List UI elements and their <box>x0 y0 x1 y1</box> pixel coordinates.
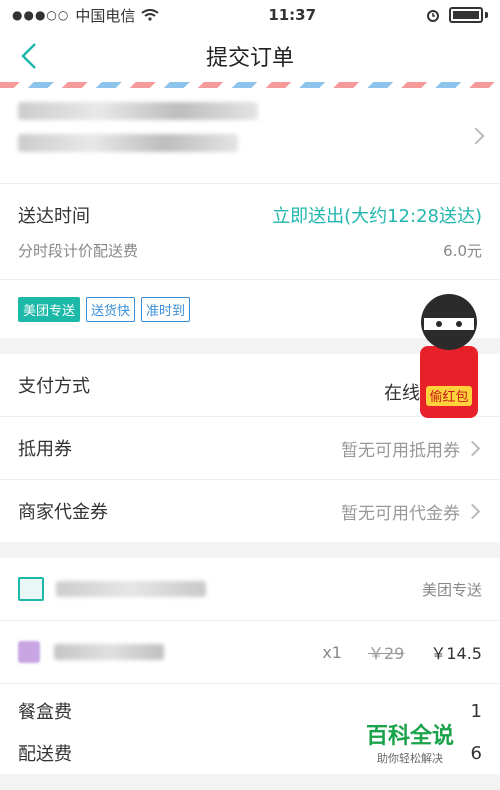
status-bar: ●●●○○ 中国电信 11:37 <box>0 0 500 30</box>
thief-mask <box>424 318 474 330</box>
address-section[interactable] <box>0 88 500 184</box>
watermark-subtitle: 助你轻松解决 <box>376 752 443 765</box>
payment-label: 支付方式 <box>18 376 90 397</box>
shop-icon <box>18 577 44 601</box>
coupon-value: 暂无可用抵用券 <box>341 440 460 461</box>
shop-name <box>56 581 206 597</box>
delivery-label: 送达时间 <box>18 206 90 227</box>
page-title: 提交订单 <box>205 46 294 71</box>
fee-value: 1 <box>470 700 482 722</box>
status-right <box>425 7 488 23</box>
tag-meituan: 美团专送 <box>18 296 81 322</box>
section-gap <box>0 542 500 558</box>
item-name <box>54 644 164 660</box>
fee-value: 6 <box>470 742 482 764</box>
badge-label: 偷红包 <box>429 389 468 405</box>
delivery-fee-row: 分时段计价配送费 6.0元 <box>18 240 482 261</box>
watermark: 百科全说 助你轻松解决 <box>366 718 454 766</box>
fee-label: 餐盒费 <box>18 702 72 723</box>
battery-icon <box>449 7 483 23</box>
voucher-value: 暂无可用代金券 <box>341 503 460 524</box>
status-time: 11:37 <box>268 6 317 24</box>
shop-delivery: 美团专送 <box>421 580 482 599</box>
address-contact <box>18 134 238 152</box>
fee-label: 配送费 <box>18 744 72 765</box>
fee-value: 6.0元 <box>443 242 482 260</box>
item-thumb <box>18 641 40 663</box>
thief-eye-right <box>456 321 462 327</box>
back-arrow-icon[interactable] <box>14 40 46 72</box>
item-orig-price: ￥29 <box>367 644 405 663</box>
watermark-title: 百科全说 <box>365 724 454 749</box>
coupon-label: 抵用券 <box>18 439 72 460</box>
chevron-right-icon <box>467 127 485 145</box>
shop-row: 美团专送 <box>0 558 500 621</box>
chevron-right-icon <box>464 503 481 520</box>
nav-bar: 提交订单 <box>0 30 500 82</box>
signal-icon: ●●●○○ <box>12 8 70 22</box>
item-right: x1 ￥29 ￥14.5 <box>322 640 482 664</box>
item-left <box>18 641 164 663</box>
delivery-section[interactable]: 送达时间 立即送出(大约12:28送达) 分时段计价配送费 6.0元 <box>0 184 500 280</box>
voucher-row[interactable]: 商家代金券 暂无可用代金券 <box>0 480 500 542</box>
list-item: x1 ￥29 ￥14.5 <box>0 621 500 684</box>
red-envelope-thief-badge[interactable]: 偷红包 <box>404 286 494 426</box>
tag-ontime: 准时到 <box>141 296 191 322</box>
tag-fast: 送货快 <box>86 296 136 322</box>
carrier-label: 中国电信 <box>75 6 136 25</box>
status-left: ●●●○○ 中国电信 <box>12 5 159 26</box>
shop-left <box>18 577 206 601</box>
chevron-right-icon <box>464 440 481 457</box>
item-price: ￥14.5 <box>430 644 482 663</box>
voucher-label: 商家代金券 <box>18 502 108 523</box>
alarm-icon <box>427 10 439 22</box>
thief-eye-left <box>436 321 442 327</box>
battery-cap <box>485 12 488 18</box>
wifi-icon <box>141 9 159 21</box>
address-line <box>18 102 258 120</box>
delivery-row: 送达时间 立即送出(大约12:28送达) <box>18 202 482 228</box>
delivery-time[interactable]: 立即送出(大约12:28送达) <box>272 202 482 228</box>
fee-label: 分时段计价配送费 <box>18 242 139 260</box>
envelope-shape <box>420 346 478 418</box>
coupon-row[interactable]: 抵用券 暂无可用抵用券 <box>0 417 500 480</box>
item-qty: x1 <box>322 642 342 662</box>
